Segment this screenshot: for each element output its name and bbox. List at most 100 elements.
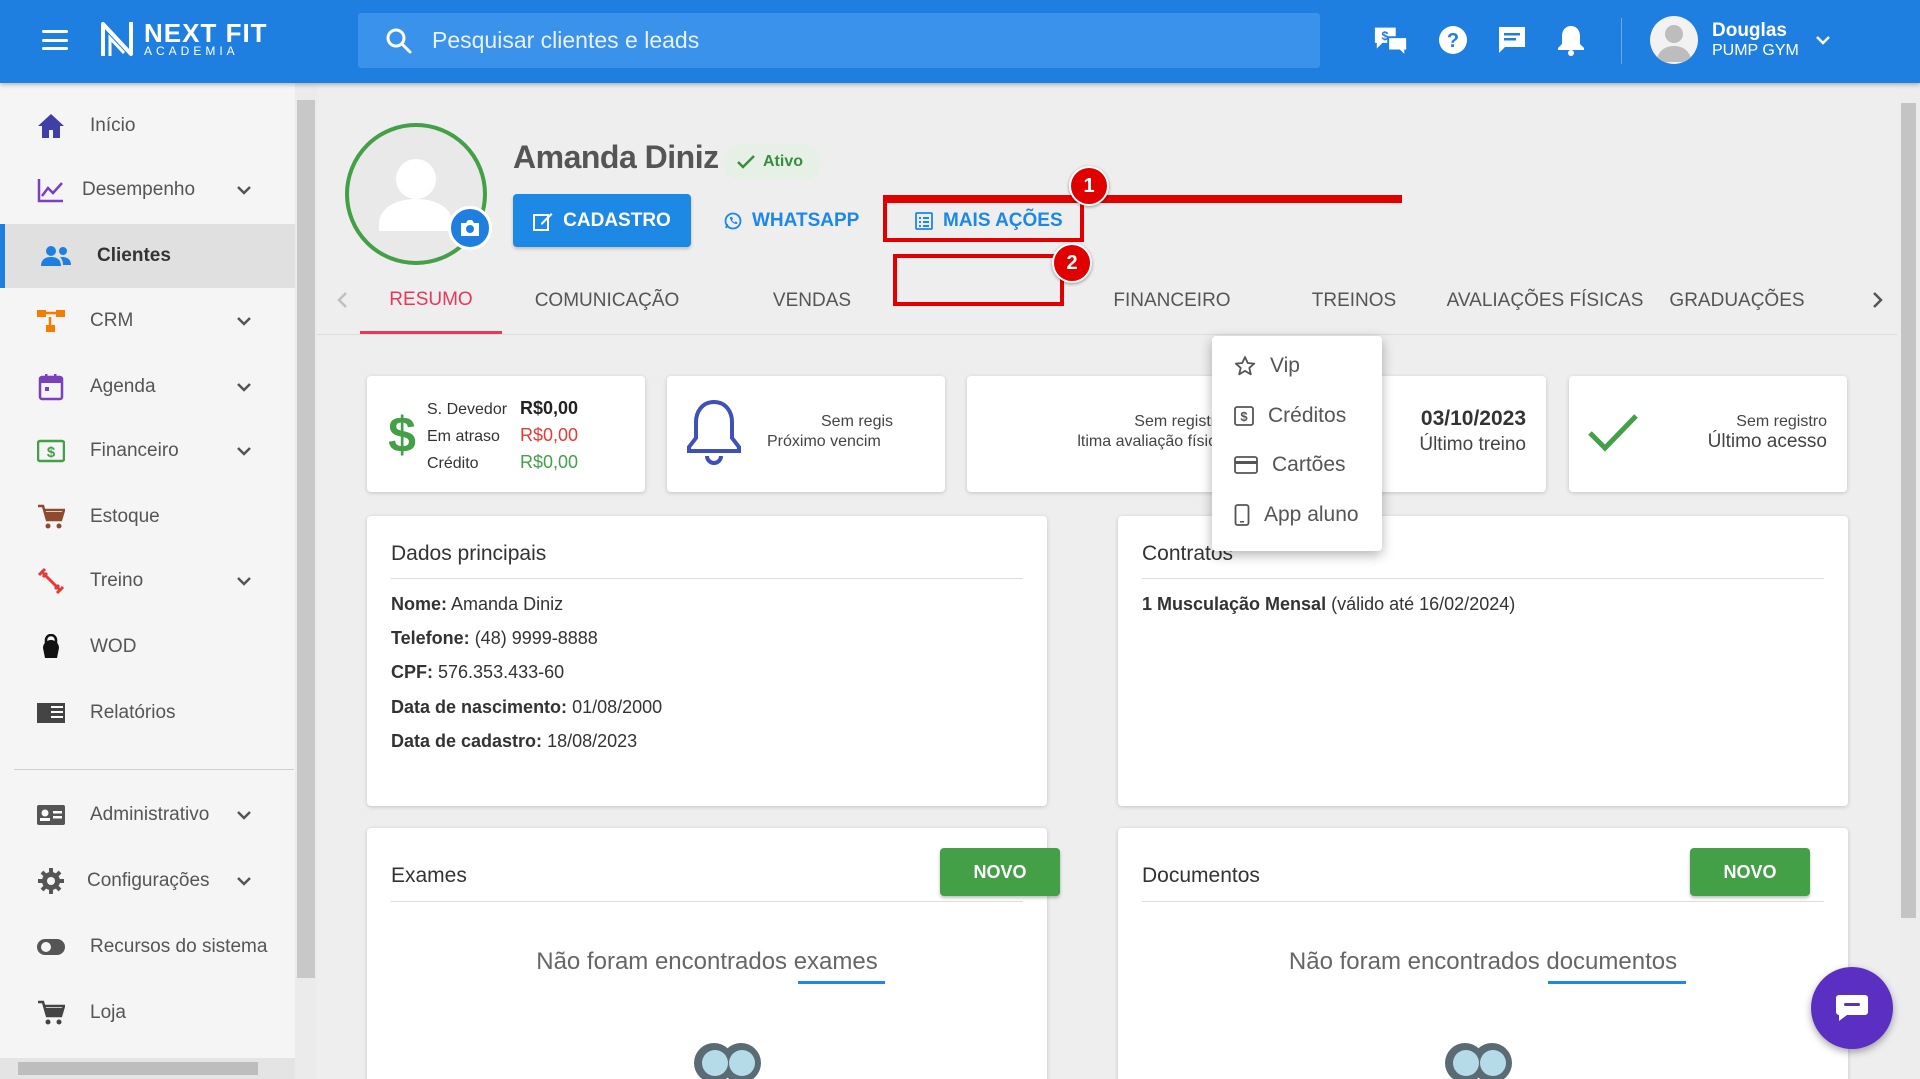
sidebar-item-relatorios[interactable]: Relatórios xyxy=(0,681,295,745)
contracts-card: Contratos 1 Musculação Mensal (válido at… xyxy=(1118,516,1848,806)
page-scrollbar[interactable] xyxy=(1897,83,1920,1079)
sidebar-item-clientes[interactable]: Clientes xyxy=(0,224,295,288)
camera-icon[interactable] xyxy=(448,206,492,250)
sidebar-scrollbar-thumb[interactable] xyxy=(297,100,315,978)
chat-money-icon[interactable]: $ xyxy=(1373,22,1409,58)
sidebar-item-inicio[interactable]: Início xyxy=(0,94,295,158)
whatsapp-button[interactable]: WHATSAPP xyxy=(724,194,859,247)
sidebar-item-loja[interactable]: Loja xyxy=(0,981,295,1045)
exams-empty-message: Não foram encontrados exames xyxy=(536,948,878,975)
profile-tabs: RESUMO COMUNICAÇÃO VENDAS FINANCEIRO TRE… xyxy=(317,268,1897,334)
text-underline xyxy=(1548,981,1686,984)
user-menu[interactable]: Douglas PUMP GYM xyxy=(1650,16,1833,64)
chevron-down-icon xyxy=(237,811,251,820)
calendar-icon xyxy=(34,370,68,404)
horizontal-scrollbar[interactable] xyxy=(0,1058,295,1079)
sidebar-item-label: Treino xyxy=(90,570,144,591)
documents-empty-message: Não foram encontrados documentos xyxy=(1288,948,1678,975)
scrollbar-thumb[interactable] xyxy=(1901,103,1916,918)
chat-button[interactable] xyxy=(1811,967,1893,1049)
sidebar-item-administrativo[interactable]: Administrativo xyxy=(0,783,295,847)
contract-item[interactable]: 1 Musculação Mensal (válido até 16/02/20… xyxy=(1142,594,1515,615)
step-badge-1: 1 xyxy=(1069,166,1109,206)
scrollbar-thumb[interactable] xyxy=(18,1062,258,1075)
main-data-title: Dados principais xyxy=(391,542,547,565)
binoculars-icon xyxy=(1445,1043,1512,1079)
tab-financeiro[interactable]: FINANCEIRO xyxy=(1097,268,1247,334)
edit-icon xyxy=(533,212,553,231)
message-icon[interactable] xyxy=(1494,22,1530,58)
credit-label: Crédito xyxy=(427,455,479,472)
tab-graduacoes[interactable]: GRADUAÇÕES xyxy=(1663,268,1811,334)
new-document-button[interactable]: NOVO xyxy=(1690,848,1810,896)
logo[interactable]: NEXT FIT ACADEMIA xyxy=(100,20,268,58)
sidebar-item-label: Estoque xyxy=(90,506,160,527)
tab-resumo[interactable]: RESUMO xyxy=(360,268,502,334)
tab-comunicacao[interactable]: COMUNICAÇÃO xyxy=(527,268,687,334)
chevron-left-icon[interactable] xyxy=(331,288,355,312)
sidebar-item-wod[interactable]: WOD xyxy=(0,615,295,679)
search-bar[interactable] xyxy=(358,13,1320,68)
chevron-down-icon xyxy=(237,577,251,586)
cadastro-label: CADASTRO xyxy=(563,209,671,231)
sidebar-item-estoque[interactable]: Estoque xyxy=(0,485,295,549)
new-exam-button[interactable]: NOVO xyxy=(940,848,1060,896)
cart-icon xyxy=(34,996,68,1030)
sidebar-divider xyxy=(14,769,294,770)
sidebar-item-desempenho[interactable]: Desempenho xyxy=(0,158,295,222)
chevron-down-icon xyxy=(237,317,251,326)
sidebar-item-label: Desempenho xyxy=(82,179,196,200)
tab-avaliacoes[interactable]: AVALIAÇÕES FÍSICAS xyxy=(1445,268,1645,334)
report-icon xyxy=(34,696,68,730)
access-line1: Sem registro xyxy=(1736,413,1827,430)
sidebar-item-configuracoes[interactable]: Configurações xyxy=(0,849,295,913)
access-card: Sem registro Último acesso xyxy=(1569,376,1847,492)
search-input[interactable] xyxy=(432,27,1232,54)
evaluation-line2: ltima avaliação física xyxy=(1077,433,1225,450)
sidebar-item-treino[interactable]: Treino xyxy=(0,549,295,613)
chevron-down-icon[interactable] xyxy=(1813,30,1833,50)
evaluation-line1: Sem registro xyxy=(1134,413,1225,430)
sidebar-item-label: Configurações xyxy=(87,870,210,891)
svg-text:?: ? xyxy=(1447,30,1459,52)
field-nome: Nome: Amanda Diniz xyxy=(391,594,564,614)
cadastro-button[interactable]: CADASTRO xyxy=(513,194,691,247)
dollar-icon: $ xyxy=(388,407,416,460)
chevron-right-icon[interactable] xyxy=(1865,288,1889,312)
whatsapp-label: WHATSAPP xyxy=(752,209,860,231)
menu-item-cartoes[interactable]: Cartões xyxy=(1212,441,1382,489)
sidebar-item-recursos[interactable]: Recursos do sistema xyxy=(0,915,295,979)
sidebar-item-label: Início xyxy=(90,115,136,136)
documents-title: Documentos xyxy=(1142,864,1260,887)
menu-item-app-aluno[interactable]: App aluno xyxy=(1212,491,1382,539)
star-icon xyxy=(1234,356,1256,376)
due-line1: Sem regis xyxy=(821,413,894,430)
crm-icon xyxy=(34,304,68,338)
sidebar-item-agenda[interactable]: Agenda xyxy=(0,355,295,419)
sidebar-item-crm[interactable]: CRM xyxy=(0,289,295,353)
help-icon[interactable]: ? xyxy=(1435,22,1471,58)
documents-card: Documentos NOVO Não foram encontrados do… xyxy=(1118,828,1848,1079)
evaluation-card: Sem registro ltima avaliação física xyxy=(967,376,1245,492)
svg-text:$: $ xyxy=(47,444,56,461)
menu-item-vip[interactable]: Vip xyxy=(1212,342,1382,390)
tab-treinos[interactable]: TREINOS xyxy=(1289,268,1419,334)
sidebar-item-label: Agenda xyxy=(90,376,156,397)
last-workout-label: Último treino xyxy=(1419,434,1526,455)
bell-icon xyxy=(687,399,741,465)
money-icon: $ xyxy=(1234,406,1254,426)
section-divider xyxy=(391,578,1023,579)
text-underline xyxy=(798,981,885,984)
tab-vendas[interactable]: VENDAS xyxy=(757,268,867,334)
field-cpf: CPF: 576.353.433-60 xyxy=(391,662,565,682)
home-icon xyxy=(34,109,68,143)
bell-icon[interactable] xyxy=(1553,22,1589,58)
section-divider xyxy=(391,901,1023,902)
users-icon xyxy=(39,239,73,273)
sidebar-item-label: Relatórios xyxy=(90,702,176,723)
mais-acoes-button[interactable]: MAIS AÇÕES xyxy=(915,194,1063,247)
menu-item-creditos[interactable]: $ Créditos xyxy=(1212,392,1382,440)
sidebar-item-financeiro[interactable]: $ Financeiro xyxy=(0,419,295,483)
cart-icon xyxy=(34,500,68,534)
menu-icon[interactable] xyxy=(42,30,68,50)
